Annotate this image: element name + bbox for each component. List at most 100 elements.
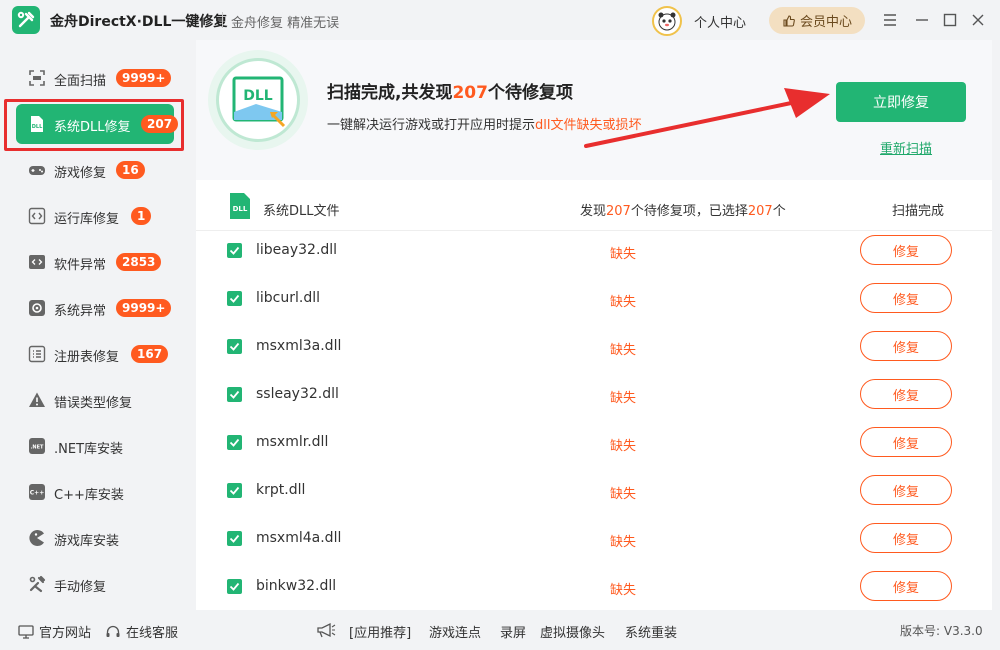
svg-text:.NET: .NET	[31, 445, 44, 451]
svg-text:DLL: DLL	[233, 205, 248, 213]
column-header-status: 扫描完成	[892, 204, 945, 219]
count-badge: 167	[131, 345, 169, 363]
wrench-icon	[28, 575, 46, 593]
app-logo-icon	[12, 6, 40, 34]
gear-icon	[28, 299, 46, 317]
user-center-link[interactable]: 个人中心	[694, 12, 746, 31]
row-checkbox[interactable]	[227, 579, 242, 594]
row-checkbox[interactable]	[227, 531, 242, 546]
scan-result-title: 扫描完成,共发现207个待修复项	[327, 83, 573, 103]
repair-button[interactable]: 修复	[860, 475, 952, 505]
sidebar-item-label: C++库安装	[54, 488, 124, 503]
sidebar-item-full-scan[interactable]: 全面扫描 9999+	[16, 58, 174, 98]
repair-button[interactable]: 修复	[860, 523, 952, 553]
file-status: 缺失	[610, 343, 637, 358]
sidebar-item-registry-repair[interactable]: 注册表修复 167	[16, 334, 174, 374]
sidebar-item-label: 全面扫描	[54, 74, 107, 89]
file-name: msxml3a.dll	[256, 338, 342, 354]
repair-button[interactable]: 修复	[860, 283, 952, 313]
title-bar: 金舟DirectX·DLL一键修复 金舟修复 精准无误 个人中心 会员中心	[0, 0, 1000, 40]
table-row: msxml4a.dll 缺失 修复	[196, 519, 992, 567]
vip-center-button[interactable]: 会员中心	[769, 7, 865, 34]
column-header-file: 系统DLL文件	[263, 204, 340, 219]
vip-center-label: 会员中心	[799, 15, 852, 30]
pacman-icon	[28, 529, 46, 547]
file-name: libcurl.dll	[256, 290, 320, 306]
sidebar-item-label: 错误类型修复	[54, 396, 133, 411]
table-row: krpt.dll 缺失 修复	[196, 471, 992, 519]
monitor-icon	[18, 624, 34, 639]
cpp-icon: C++	[28, 483, 46, 501]
table-header: DLL 系统DLL文件 发现207个待修复项，已选择207个 扫描完成	[196, 185, 992, 231]
row-checkbox[interactable]	[227, 243, 242, 258]
fix-all-button[interactable]: 立即修复	[836, 82, 966, 122]
count-badge: 2853	[116, 253, 162, 271]
status-bar: 官方网站 在线客服 [应用推荐] 游戏连点 录屏 虚拟摄像头 系统重装 版本号:…	[0, 610, 1000, 650]
sidebar-item-manual-repair[interactable]: 手动修复	[16, 564, 174, 604]
sidebar-item-label: 手动修复	[54, 580, 107, 595]
repair-button[interactable]: 修复	[860, 379, 952, 409]
main-panel: DLL 扫描完成,共发现207个待修复项 一键解决运行游戏或打开应用时提示dll…	[196, 40, 992, 610]
arrow-annotation	[584, 88, 830, 148]
sidebar-item-system-error[interactable]: 系统异常 9999+	[16, 288, 174, 328]
maximize-icon[interactable]	[940, 10, 960, 30]
repair-button[interactable]: 修复	[860, 427, 952, 457]
title-divider	[222, 12, 223, 28]
file-status: 缺失	[610, 247, 637, 262]
file-status: 缺失	[610, 487, 637, 502]
close-icon[interactable]	[968, 10, 988, 30]
minimize-icon[interactable]	[912, 10, 932, 30]
row-checkbox[interactable]	[227, 339, 242, 354]
row-checkbox[interactable]	[227, 483, 242, 498]
sidebar-item-label: .NET库安装	[54, 442, 124, 457]
repair-button[interactable]: 修复	[860, 331, 952, 361]
file-name: msxmlr.dll	[256, 434, 329, 450]
file-name: ssleay32.dll	[256, 386, 339, 402]
sidebar-item-cpp-install[interactable]: C++ C++库安装	[16, 472, 174, 512]
row-checkbox[interactable]	[227, 387, 242, 402]
code-icon	[28, 207, 46, 225]
sidebar-item-label: 运行库修复	[54, 212, 120, 227]
sidebar-item-game-repair[interactable]: 游戏修复 16	[16, 150, 174, 190]
menu-icon[interactable]	[880, 10, 900, 30]
footer-link-screen-record[interactable]: 录屏	[500, 622, 526, 641]
sidebar-item-runtime-repair[interactable]: 运行库修复 1	[16, 196, 174, 236]
footer-link-system-reinstall[interactable]: 系统重装	[625, 622, 677, 641]
count-badge: 9999+	[116, 69, 172, 87]
table-row: msxml3a.dll 缺失 修复	[196, 327, 992, 375]
code-window-icon	[28, 253, 46, 271]
sidebar-item-error-type[interactable]: 错误类型修复	[16, 380, 174, 420]
sidebar-item-dotnet-install[interactable]: .NET .NET库安装	[16, 426, 174, 466]
row-checkbox[interactable]	[227, 435, 242, 450]
table-row: binkw32.dll 缺失 修复	[196, 567, 992, 610]
official-website-link[interactable]: 官方网站	[18, 622, 91, 641]
sidebar-item-label: 注册表修复	[54, 350, 120, 365]
file-name: krpt.dll	[256, 482, 306, 498]
sidebar-item-software-error[interactable]: 软件异常 2853	[16, 242, 174, 282]
file-status: 缺失	[610, 295, 637, 310]
svg-text:C++: C++	[30, 490, 44, 497]
sidebar-item-label: 软件异常	[54, 258, 107, 273]
file-status: 缺失	[610, 439, 637, 454]
list-icon	[28, 345, 46, 363]
repair-button[interactable]: 修复	[860, 571, 952, 601]
repair-button[interactable]: 修复	[860, 235, 952, 265]
footer-link-auto-clicker[interactable]: 游戏连点	[429, 622, 481, 641]
sidebar-item-game-library[interactable]: 游戏库安装	[16, 518, 174, 558]
file-name: msxml4a.dll	[256, 530, 342, 546]
count-badge: 1	[131, 207, 152, 225]
version-label: 版本号: V3.3.0	[900, 624, 983, 638]
dll-badge-text: DLL	[243, 88, 273, 104]
table-row: libcurl.dll 缺失 修复	[196, 279, 992, 327]
file-name: libeay32.dll	[256, 242, 338, 258]
app-title: 金舟DirectX·DLL一键修复	[50, 14, 228, 30]
online-service-link[interactable]: 在线客服	[105, 622, 178, 641]
dll-file-list[interactable]: libeay32.dll 缺失 修复 libcurl.dll 缺失 修复 msx…	[196, 231, 992, 610]
count-badge: 16	[116, 161, 145, 179]
file-name: binkw32.dll	[256, 578, 337, 594]
rescan-link[interactable]: 重新扫描	[880, 138, 932, 157]
row-checkbox[interactable]	[227, 291, 242, 306]
gamepad-icon	[28, 161, 46, 179]
footer-link-virtual-camera[interactable]: 虚拟摄像头	[540, 622, 605, 641]
user-avatar[interactable]	[652, 6, 682, 36]
